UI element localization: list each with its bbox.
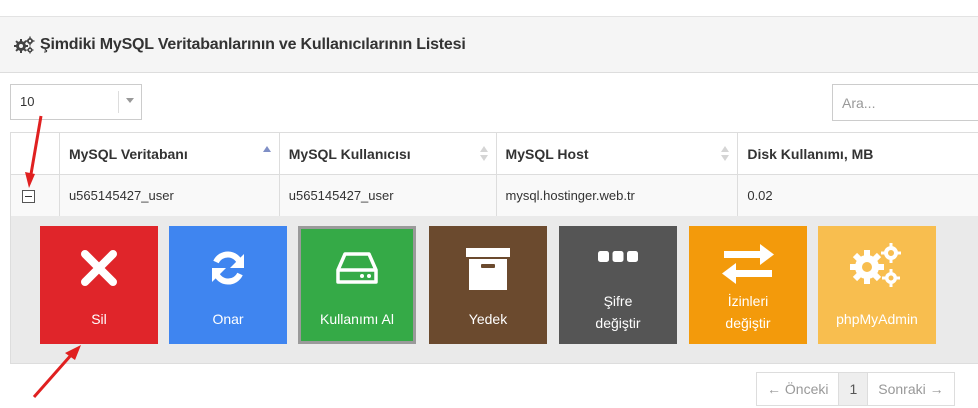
cell-database: u565145427_user bbox=[58, 174, 280, 217]
get-usage-label: Kullanımı Al bbox=[320, 311, 394, 327]
column-header-label: MySQL Host bbox=[505, 145, 589, 162]
column-header-host[interactable]: MySQL Host bbox=[495, 132, 739, 175]
panel-title: Şimdiki MySQL Veritabanlarının ve Kullan… bbox=[40, 35, 466, 53]
pagination-next[interactable]: Sonraki → bbox=[867, 372, 955, 406]
backup-label: Yedek bbox=[468, 311, 508, 327]
pagination: ← Önceki 1 Sonraki → bbox=[756, 372, 955, 406]
phpmyadmin-button[interactable]: phpMyAdmin bbox=[818, 226, 936, 344]
hard-drive-icon bbox=[336, 252, 378, 284]
pagination-previous[interactable]: ← Önceki bbox=[756, 372, 840, 406]
column-header-label: MySQL Veritabanı bbox=[68, 145, 188, 162]
pagination-current-page[interactable]: 1 bbox=[838, 372, 869, 406]
backup-button[interactable]: Yedek bbox=[429, 226, 547, 344]
swap-arrows-icon bbox=[722, 244, 774, 284]
table-row: u565145427_user u565145427_user mysql.ho… bbox=[10, 174, 978, 217]
cell-host: mysql.hostinger.web.tr bbox=[495, 174, 739, 217]
expand-column-header bbox=[10, 132, 60, 175]
change-permissions-button[interactable]: İzinleri değiştir bbox=[689, 226, 807, 344]
ellipsis-icon bbox=[598, 251, 638, 262]
get-usage-button[interactable]: Kullanımı Al bbox=[298, 226, 416, 344]
column-header-user[interactable]: MySQL Kullanıcısı bbox=[278, 132, 497, 175]
change-permissions-label: İzinleri değiştir bbox=[725, 293, 771, 331]
column-header-label: MySQL Kullanıcısı bbox=[288, 145, 411, 162]
repair-button[interactable]: Onar bbox=[169, 226, 287, 344]
search-input[interactable] bbox=[832, 84, 978, 121]
sort-icon bbox=[479, 146, 488, 162]
row-detail-actions: Sil Onar Kullanımı Al Yedek Şifre değişt… bbox=[10, 216, 978, 364]
change-password-label: Şifre değiştir bbox=[595, 293, 641, 331]
delete-label: Sil bbox=[91, 311, 107, 327]
top-strip bbox=[0, 0, 978, 16]
chevron-down-icon bbox=[126, 98, 134, 103]
close-icon bbox=[81, 250, 117, 286]
page-length-value: 10 bbox=[20, 94, 35, 109]
panel-header: Şimdiki MySQL Veritabanlarının ve Kullan… bbox=[0, 16, 978, 73]
column-header-label: Disk Kullanımı, MB bbox=[747, 145, 874, 162]
repair-label: Onar bbox=[212, 311, 244, 327]
gears-icon bbox=[850, 243, 901, 287]
phpmyadmin-label: phpMyAdmin bbox=[836, 311, 918, 327]
collapse-row-icon[interactable] bbox=[22, 190, 35, 204]
archive-icon bbox=[466, 248, 510, 290]
expand-cell bbox=[10, 174, 60, 217]
column-header-database[interactable]: MySQL Veritabanı bbox=[58, 132, 280, 175]
change-password-button[interactable]: Şifre değiştir bbox=[559, 226, 677, 344]
table-header-row: MySQL Veritabanı MySQL Kullanıcısı MySQL… bbox=[10, 132, 978, 175]
select-divider bbox=[118, 91, 119, 113]
delete-button[interactable]: Sil bbox=[40, 226, 158, 344]
page-length-select[interactable]: 10 bbox=[10, 84, 142, 120]
cell-disk-usage: 0.02 bbox=[737, 174, 978, 217]
gears-icon bbox=[14, 36, 35, 53]
sort-icon bbox=[721, 146, 730, 162]
cell-user: u565145427_user bbox=[278, 174, 497, 217]
sort-asc-icon bbox=[262, 146, 271, 162]
column-header-disk-usage[interactable]: Disk Kullanımı, MB bbox=[737, 132, 978, 175]
refresh-icon bbox=[212, 251, 244, 285]
database-table: MySQL Veritabanı MySQL Kullanıcısı MySQL… bbox=[10, 132, 978, 217]
